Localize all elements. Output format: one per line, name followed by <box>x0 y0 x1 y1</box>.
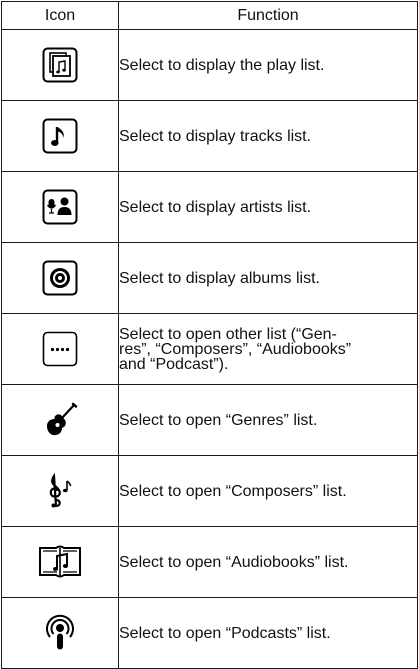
table-header-row: Icon Function <box>1 1 418 30</box>
function-text: Select to open “Audiobooks” list. <box>119 553 349 571</box>
function-cell: Select to open “Audiobooks” list. <box>118 526 418 598</box>
icon-cell <box>1 100 119 172</box>
icon-cell <box>1 313 119 385</box>
function-text: Select to open “Composers” list. <box>119 482 347 500</box>
function-cell: Select to open other list (“Gen- res”, “… <box>118 313 418 385</box>
function-column-header: Function <box>118 1 418 30</box>
audiobook-icon <box>39 545 81 578</box>
table-row: Select to open other list (“Gen- res”, “… <box>1 313 418 385</box>
icon-function-table: Icon Function Select to display the play… <box>1 1 418 669</box>
icon-cell <box>1 526 119 598</box>
guitar-icon <box>47 402 78 436</box>
table-row: Select to open “Podcasts” list. <box>1 597 418 669</box>
function-cell: Select to display artists list. <box>118 171 418 243</box>
album-disc-icon <box>42 260 78 296</box>
table-row: Select to display tracks list. <box>1 100 418 172</box>
icon-cell <box>1 29 119 101</box>
function-cell: Select to open “Composers” list. <box>118 455 418 527</box>
table-row: Select to open “Audiobooks” list. <box>1 526 418 598</box>
function-text: Select to display tracks list. <box>119 127 312 145</box>
composer-clef-icon <box>49 472 72 508</box>
artist-icon <box>42 189 78 225</box>
function-cell: Select to open “Genres” list. <box>118 384 418 456</box>
function-text-line: res”, “Composers”, “Audiobooks” <box>119 340 352 358</box>
icon-cell <box>1 242 119 314</box>
function-text: Select to open “Genres” list. <box>119 411 318 429</box>
table-row: Select to open “Composers” list. <box>1 455 418 527</box>
table-row: Select to display the play list. <box>1 29 418 101</box>
function-cell: Select to display the play list. <box>118 29 418 101</box>
function-text: Select to open “Podcasts” list. <box>119 624 331 642</box>
music-note-icon <box>42 118 78 154</box>
function-text: Select to display artists list. <box>119 198 312 216</box>
function-text-line: and “Podcast”). <box>119 355 229 373</box>
function-text-line: Select to open other list (“Gen- <box>119 325 337 343</box>
function-cell: Select to display tracks list. <box>118 100 418 172</box>
icon-cell <box>1 597 119 669</box>
table-row: Select to display artists list. <box>1 171 418 243</box>
function-cell: Select to open “Podcasts” list. <box>118 597 418 669</box>
icon-cell <box>1 455 119 527</box>
podcast-icon <box>46 614 74 650</box>
more-dots-icon <box>42 331 78 367</box>
table-row: Select to display albums list. <box>1 242 418 314</box>
playlist-icon <box>42 47 78 83</box>
function-text: Select to display the play list. <box>119 56 325 74</box>
function-text: Select to display albums list. <box>119 269 320 287</box>
icon-column-header: Icon <box>1 1 119 30</box>
table-row: Select to open “Genres” list. <box>1 384 418 456</box>
function-cell: Select to display albums list. <box>118 242 418 314</box>
icon-cell <box>1 171 119 243</box>
icon-cell <box>1 384 119 456</box>
